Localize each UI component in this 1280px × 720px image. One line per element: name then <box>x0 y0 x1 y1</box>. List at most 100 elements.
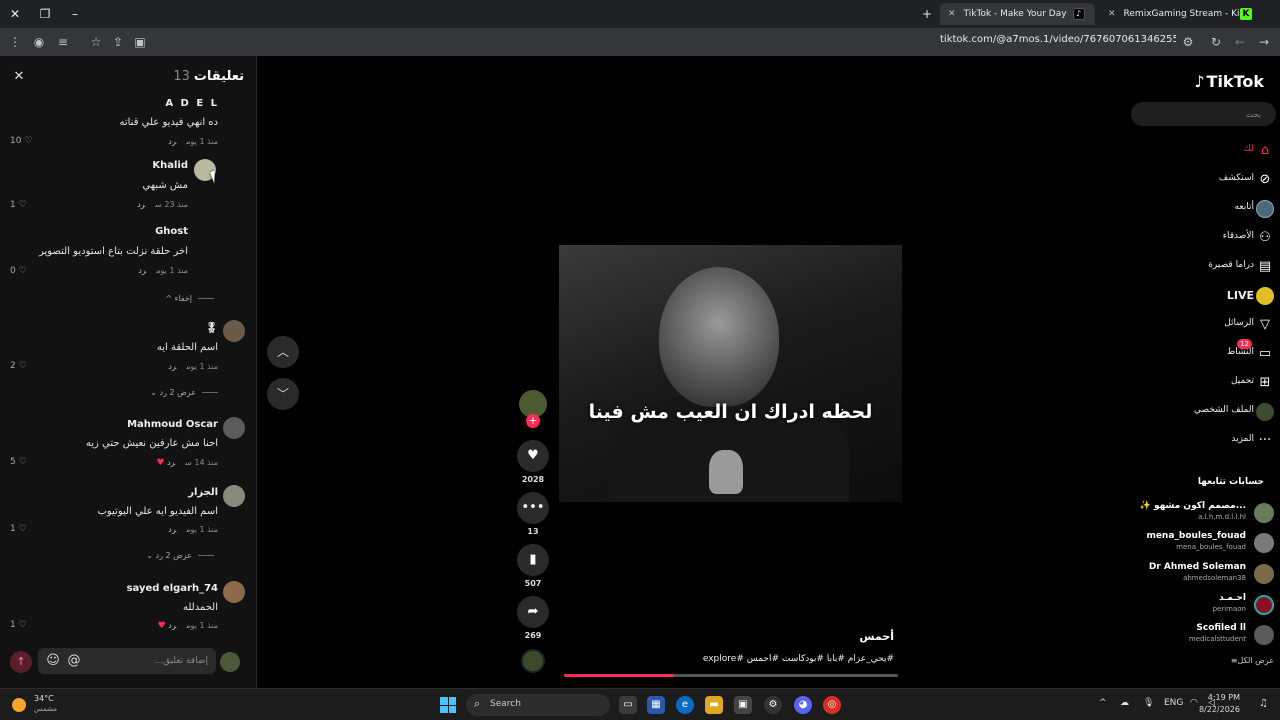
tab-kick[interactable]: ✕ RemixGaming Stream - Kick Da <box>1100 3 1252 25</box>
discord-icon[interactable]: ◕ <box>794 696 812 714</box>
following-account[interactable]: mena_boules_fouad mena_boules_fouad <box>1128 530 1280 556</box>
save-action[interactable]: ▮ 507 <box>517 544 549 588</box>
store-icon[interactable]: ▣ <box>734 696 752 714</box>
notification-bell-icon[interactable]: ♫ <box>1259 698 1268 709</box>
reply-button[interactable]: رد <box>168 362 176 371</box>
comment-author[interactable]: الجزار <box>188 487 218 498</box>
following-account[interactable]: Scofiled ll medicalsttudent <box>1128 622 1280 648</box>
comment-author[interactable]: 🎖 <box>205 323 218 334</box>
show-replies-button[interactable]: عرض 2 رد ⌄ <box>146 551 214 560</box>
sidebar-item-for-you[interactable]: لك ⌂ <box>1128 140 1280 162</box>
new-tab-icon[interactable]: + <box>918 5 936 23</box>
reply-button[interactable]: رد <box>168 525 176 534</box>
close-comments-icon[interactable]: ✕ <box>10 68 28 86</box>
steam-icon[interactable]: ⚙ <box>764 696 782 714</box>
close-window-icon[interactable]: ✕ <box>6 5 24 23</box>
chrome-icon[interactable]: ◎ <box>823 696 841 714</box>
profile-icon[interactable]: ◉ <box>30 33 48 51</box>
avatar[interactable] <box>223 485 245 507</box>
sidebar-item-friends[interactable]: الأصدقاء ⚇ <box>1128 227 1280 249</box>
tiktok-logo[interactable]: ♪ TikTok <box>1194 72 1264 91</box>
previous-video-button[interactable]: ︿ <box>267 336 299 368</box>
tab-tiktok[interactable]: ✕ TikTok - Make Your Day ♪ <box>940 3 1095 25</box>
cloud-icon[interactable]: ☁ <box>1120 698 1129 708</box>
reply-button[interactable]: رد <box>138 266 146 275</box>
site-settings-icon[interactable]: ⚙ <box>1179 33 1197 51</box>
video-hashtags[interactable]: #يحي_عزام #بابا #بودكاست #احمس #explore <box>703 654 894 664</box>
emoji-icon[interactable]: ☺ <box>44 652 62 670</box>
start-button[interactable] <box>440 697 456 713</box>
share-icon[interactable]: ⇪ <box>109 33 127 51</box>
video-author[interactable]: أحمس <box>859 630 894 643</box>
back-icon[interactable]: → <box>1255 33 1273 51</box>
bookmark-icon[interactable]: ▮ <box>517 544 549 576</box>
sidebar-item-messages[interactable]: الرسائل ▽ <box>1128 314 1280 336</box>
comment-action[interactable]: ••• 13 <box>517 492 549 536</box>
close-tab-icon[interactable]: ✕ <box>1108 9 1116 19</box>
sidebar-item-more[interactable]: المزيد ··· <box>1128 430 1280 452</box>
comment-author[interactable]: A D E L <box>165 98 219 109</box>
follow-plus-icon[interactable]: + <box>526 414 540 428</box>
video-progress-bar[interactable] <box>564 674 898 677</box>
widgets-icon[interactable]: ▦ <box>647 696 665 714</box>
file-explorer-icon[interactable]: ▬ <box>705 696 723 714</box>
comment-author[interactable]: sayed elgarh_74 <box>127 583 218 594</box>
language-indicator[interactable]: ENG <box>1164 698 1183 708</box>
comment-like[interactable]: 10 ♡ <box>10 136 32 146</box>
reply-button[interactable]: رد <box>137 200 145 209</box>
clock-date[interactable]: 8/22/2026 <box>1199 705 1240 714</box>
reload-icon[interactable]: ↻ <box>1207 33 1225 51</box>
comment-like[interactable]: 1 ♡ <box>10 200 27 210</box>
comment-like[interactable]: 5 ♡ <box>10 457 27 467</box>
avatar[interactable] <box>223 417 245 439</box>
url-field[interactable]: tiktok.com/@a7mos.1/video/76760706134625… <box>940 34 1176 50</box>
reply-button[interactable]: رد <box>168 137 176 146</box>
comment-author[interactable]: Ghost <box>155 226 188 237</box>
minimize-window-icon[interactable]: – <box>66 5 84 23</box>
comment-like[interactable]: 2 ♡ <box>10 361 27 371</box>
show-replies-button[interactable]: عرض 2 رد ⌄ <box>150 388 218 397</box>
avatar[interactable] <box>223 581 245 603</box>
comment-like[interactable]: 0 ♡ <box>10 266 27 276</box>
sidebar-item-following[interactable]: أتابعه <box>1128 198 1280 220</box>
wifi-icon[interactable]: ◠ <box>1190 698 1198 708</box>
send-comment-button[interactable]: ↑ <box>10 651 32 673</box>
next-video-button[interactable]: ﹀ <box>267 378 299 410</box>
sidebar-item-profile[interactable]: الملف الشخصي <box>1128 401 1280 423</box>
task-view-icon[interactable]: ▭ <box>619 696 637 714</box>
avatar[interactable] <box>223 320 245 342</box>
share-action[interactable]: ➦ 269 <box>517 596 549 640</box>
sidebar-item-short-drama[interactable]: دراما قصيرة ▤ <box>1128 256 1280 278</box>
microphone-icon[interactable]: 🎙 <box>1143 698 1154 708</box>
sound-disc-icon[interactable] <box>521 649 545 673</box>
bookmark-star-icon[interactable]: ☆ <box>87 33 105 51</box>
mention-icon[interactable]: @ <box>65 652 83 670</box>
comment-author[interactable]: Khalid <box>152 160 188 171</box>
see-all-button[interactable]: عرض الكل≡ <box>1205 656 1274 665</box>
comment-icon[interactable]: ••• <box>517 492 549 524</box>
reply-button[interactable]: رد <box>167 458 175 467</box>
sidebar-item-upload[interactable]: تحميل ⊞ <box>1128 372 1280 394</box>
tray-chevron-icon[interactable]: ^ <box>1099 698 1107 708</box>
install-app-icon[interactable]: ▣ <box>131 33 149 51</box>
video-player[interactable]: لحظه ادراك ان العيب مش فينا <box>559 245 902 502</box>
comment-author[interactable]: Mahmoud Oscar <box>127 419 218 430</box>
share-arrow-icon[interactable]: ➦ <box>517 596 549 628</box>
following-account[interactable]: Dr Ahmed Soleman ahmedsoleman38 <box>1128 561 1280 587</box>
edge-icon[interactable]: e <box>676 696 694 714</box>
hide-replies-button[interactable]: إخفاء ^ <box>165 294 214 303</box>
sidebar-item-live[interactable]: LIVE <box>1128 285 1280 307</box>
like-action[interactable]: ♥ 2028 <box>517 440 549 484</box>
extensions-icon[interactable]: ≡ <box>54 33 72 51</box>
following-account[interactable]: احـمـد perimaon <box>1128 592 1280 618</box>
weather-sun-icon[interactable] <box>12 698 26 712</box>
comment-like[interactable]: 1 ♡ <box>10 524 27 534</box>
sidebar-item-activity[interactable]: النشاط ▭ 12 <box>1128 339 1280 365</box>
close-tab-icon[interactable]: ✕ <box>948 9 956 19</box>
reply-button[interactable]: رد <box>168 621 176 630</box>
comment-like[interactable]: 1 ♡ <box>10 620 27 630</box>
restore-window-icon[interactable]: ❐ <box>36 5 54 23</box>
sidebar-item-explore[interactable]: استكشف ⊘ <box>1128 169 1280 191</box>
menu-dots-icon[interactable]: ⋮ <box>6 33 24 51</box>
following-account[interactable]: ✨ مصمم اكون مشهو... a.l.h.m.d.l.l.hl <box>1128 500 1280 526</box>
